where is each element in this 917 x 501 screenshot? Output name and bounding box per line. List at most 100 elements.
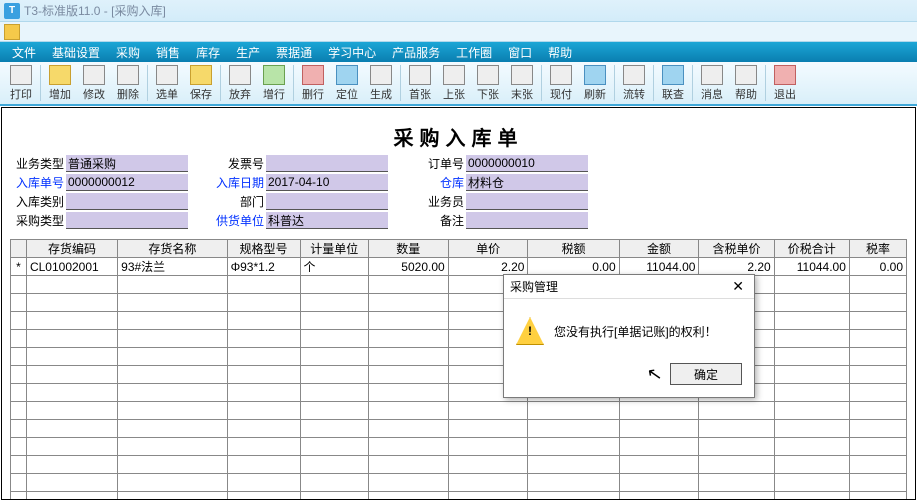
field-value[interactable]: 2017-04-10 [266,174,388,191]
toolbar-现付[interactable]: 现付 [544,63,578,103]
menu-item[interactable]: 基础设置 [46,42,106,63]
field-label: 备注 [410,212,466,229]
table-row[interactable] [11,276,907,294]
toolbar-删行[interactable]: 删行 [296,63,330,103]
toolbar-联查[interactable]: 联查 [656,63,690,103]
table-row[interactable] [11,420,907,438]
toolbar-首张[interactable]: 首张 [403,63,437,103]
app-logo-icon: T [4,3,20,19]
toolbar-放弃[interactable]: 放弃 [223,63,257,103]
menu-item[interactable]: 帮助 [542,42,578,63]
field-label: 部门 [210,193,266,210]
col-header[interactable] [11,240,27,258]
cursor-icon: ↖ [645,362,664,385]
table-row[interactable] [11,384,907,402]
menu-item[interactable]: 学习中心 [322,42,382,63]
table-row[interactable] [11,348,907,366]
field-value[interactable] [66,193,188,210]
menu-item[interactable]: 文件 [6,42,42,63]
field-label: 订单号 [410,155,466,172]
toolbar-保存[interactable]: 保存 [184,63,218,103]
toolbar-增加[interactable]: 增加 [43,63,77,103]
toolbar-退出[interactable]: 退出 [768,63,802,103]
table-row[interactable] [11,402,907,420]
toolbar-末张[interactable]: 末张 [505,63,539,103]
close-icon[interactable]: ✕ [728,278,748,295]
field-value[interactable] [66,212,188,229]
menu-item[interactable]: 库存 [190,42,226,63]
dialog-title: 采购管理 [510,278,558,295]
field-label: 发票号 [210,155,266,172]
toolbar-打印[interactable]: 打印 [4,63,38,103]
field-value[interactable] [466,212,588,229]
toolbar-定位[interactable]: 定位 [330,63,364,103]
dialog-message: 您没有执行[单据记账]的权利！ [554,323,717,340]
menu-item[interactable]: 生产 [230,42,266,63]
col-header[interactable]: 税率 [849,240,906,258]
col-header[interactable]: 数量 [368,240,448,258]
toolbar-刷新[interactable]: 刷新 [578,63,612,103]
field-label: 入库日期 [210,174,266,191]
menu-item[interactable]: 采购 [110,42,146,63]
doc-title: 采购入库单 [10,122,907,151]
field-label: 业务员 [410,193,466,210]
toolbar-修改[interactable]: 修改 [77,63,111,103]
menu-item[interactable]: 产品服务 [386,42,446,63]
title-bar: T T3-标准版11.0 - [采购入库] [0,0,917,22]
window-title: T3-标准版11.0 - [采购入库] [24,2,166,19]
table-row[interactable] [11,438,907,456]
table-row[interactable] [11,312,907,330]
table-row[interactable] [11,456,907,474]
field-value[interactable]: 0000000012 [66,174,188,191]
col-header[interactable]: 价税合计 [774,240,849,258]
col-header[interactable]: 存货名称 [118,240,227,258]
menu-item[interactable]: 工作圈 [450,42,498,63]
field-value[interactable]: 材料仓 [466,174,588,191]
table-row[interactable] [11,294,907,312]
toolbar-选单[interactable]: 选单 [150,63,184,103]
document-area: 采购入库单 业务类型普通采购入库单号0000000012入库类别采购类型 发票号… [1,107,916,500]
field-label: 业务类型 [10,155,66,172]
col-header[interactable]: 含税单价 [699,240,774,258]
toolbar-删除[interactable]: 删除 [111,63,145,103]
warning-icon: ! [516,317,544,345]
col-header[interactable]: 金额 [619,240,699,258]
table-row[interactable] [11,474,907,492]
table-row[interactable] [11,492,907,501]
toolbar-流转[interactable]: 流转 [617,63,651,103]
field-value[interactable]: 0000000010 [466,155,588,172]
field-value[interactable] [266,155,388,172]
table-row[interactable] [11,366,907,384]
toolbar-下张[interactable]: 下张 [471,63,505,103]
menu-item[interactable]: 窗口 [502,42,538,63]
dialog-titlebar: 采购管理 ✕ [504,275,754,299]
data-table: 存货编码存货名称规格型号计量单位数量单价税额金额含税单价价税合计税率*CL010… [10,239,907,500]
col-header[interactable]: 计量单位 [300,240,368,258]
col-header[interactable]: 税额 [528,240,619,258]
col-header[interactable]: 存货编码 [26,240,117,258]
field-value[interactable]: 普通采购 [66,155,188,172]
field-label: 入库类别 [10,193,66,210]
menu-bar: 文件基础设置采购销售库存生产票据通学习中心产品服务工作圈窗口帮助 [0,42,917,62]
toolbar-生成[interactable]: 生成 [364,63,398,103]
table-row[interactable]: *CL0100200193#法兰Φ93*1.2个5020.002.200.001… [11,258,907,276]
message-dialog: 采购管理 ✕ ! 您没有执行[单据记账]的权利！ ↖ 确定 [503,274,755,398]
toolbar-增行[interactable]: 增行 [257,63,291,103]
field-label: 仓库 [410,174,466,191]
toolbar-消息[interactable]: 消息 [695,63,729,103]
col-header[interactable]: 单价 [448,240,528,258]
menu-item[interactable]: 票据通 [270,42,318,63]
form-area: 业务类型普通采购入库单号0000000012入库类别采购类型 发票号入库日期20… [10,155,907,231]
toolbar: 打印增加修改删除选单保存放弃增行删行定位生成首张上张下张末张现付刷新流转联查消息… [0,62,917,106]
menu-item[interactable]: 销售 [150,42,186,63]
field-value[interactable] [466,193,588,210]
col-header[interactable]: 规格型号 [227,240,300,258]
field-value[interactable] [266,193,388,210]
folder-icon[interactable] [4,24,20,40]
ok-button[interactable]: 确定 [670,363,742,385]
table-row[interactable] [11,330,907,348]
toolbar-上张[interactable]: 上张 [437,63,471,103]
field-label: 供货单位 [210,212,266,229]
toolbar-帮助[interactable]: 帮助 [729,63,763,103]
field-value[interactable]: 科普达 [266,212,388,229]
